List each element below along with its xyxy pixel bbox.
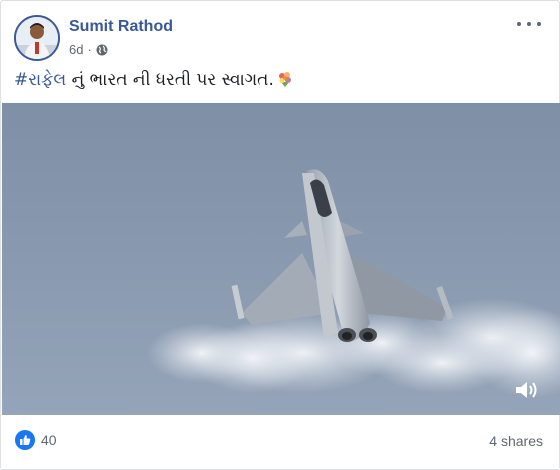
bouquet-emoji [278, 72, 291, 87]
post-meta: 6d · [69, 42, 108, 57]
post-caption: #રાફેલ નું ભારત ની ધરતી પર સ્વાગત. [14, 70, 294, 90]
caption-text: નું ભારત ની ધરતી પર સ્વાગત. [66, 70, 274, 90]
more-options-icon[interactable] [517, 16, 541, 32]
meta-separator: · [87, 42, 92, 57]
reaction-summary[interactable]: 40 [15, 430, 57, 450]
volume-icon[interactable] [514, 379, 538, 401]
reaction-count[interactable]: 40 [41, 432, 57, 448]
share-count[interactable]: 4 shares [489, 433, 543, 449]
caption-hashtag[interactable]: #રાફેલ [14, 70, 66, 90]
video-frame [147, 169, 560, 398]
author-name[interactable]: Sumit Rathod [69, 18, 173, 36]
video-player[interactable] [2, 103, 560, 415]
post-card: Sumit Rathod 6d · #રાફેલ નું ભારત ની ધરત… [0, 0, 560, 470]
post-time[interactable]: 6d [69, 42, 83, 57]
author-avatar[interactable] [14, 15, 60, 61]
globe-icon[interactable] [96, 44, 108, 56]
like-icon [15, 430, 35, 450]
